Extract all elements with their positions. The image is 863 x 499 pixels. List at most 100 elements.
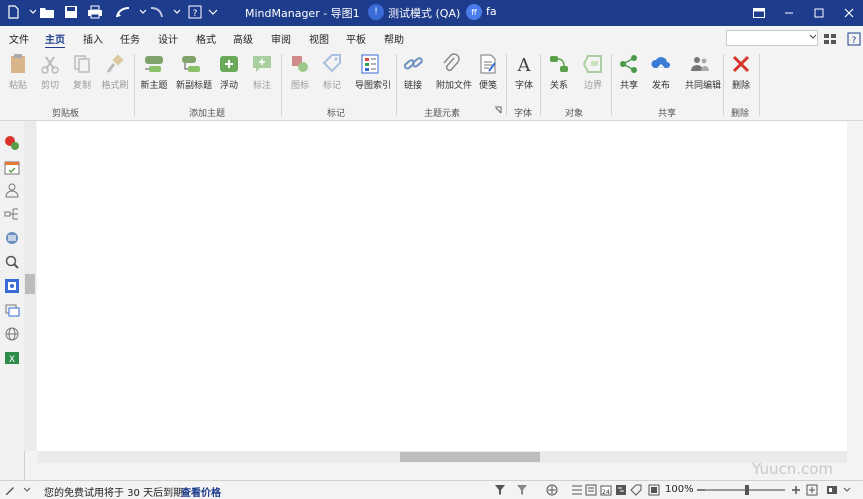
open-folder-icon[interactable] <box>38 3 56 21</box>
slides-icon[interactable] <box>3 301 21 319</box>
copy-button[interactable]: 复制 <box>67 52 97 91</box>
font-icon: A <box>512 52 536 76</box>
gantt-view-icon[interactable] <box>614 483 628 497</box>
chevron-down-icon[interactable] <box>20 483 34 497</box>
search-input[interactable] <box>726 30 818 46</box>
overview-icon[interactable] <box>3 277 21 295</box>
help-icon[interactable]: ? <box>845 30 863 48</box>
fit-map-icon[interactable] <box>805 483 819 497</box>
link-button[interactable]: 链接 <box>398 52 428 91</box>
chevron-down-icon[interactable] <box>840 483 854 497</box>
zoom-slider-knob[interactable] <box>745 485 749 495</box>
calendar-view-icon[interactable]: 24 <box>599 483 613 497</box>
font-button[interactable]: A 字体 <box>509 52 539 91</box>
print-icon[interactable] <box>86 3 104 21</box>
tab-tablet[interactable]: 平板 <box>346 31 366 46</box>
share-icon <box>617 52 641 76</box>
paperclip-icon <box>439 52 463 76</box>
tab-file[interactable]: 文件 <box>9 31 29 46</box>
redo-icon[interactable] <box>148 3 166 21</box>
tab-help[interactable]: 帮助 <box>384 31 404 46</box>
help-box-icon[interactable]: ? <box>186 3 204 21</box>
floating-topic-icon <box>217 52 241 76</box>
tab-format[interactable]: 格式 <box>196 31 216 46</box>
customize-toolbar-icon[interactable] <box>204 3 222 21</box>
new-topic-button[interactable]: 新主题 <box>139 52 169 91</box>
relationship-icon <box>547 52 571 76</box>
edit-icon[interactable] <box>3 483 17 497</box>
list-view-icon[interactable] <box>584 483 598 497</box>
maximize-icon[interactable] <box>804 0 834 26</box>
library-icon[interactable] <box>3 229 21 247</box>
scrollbar-thumb[interactable] <box>25 274 35 294</box>
filter-options-icon[interactable] <box>515 483 529 497</box>
attach-file-button[interactable]: 附加文件 <box>436 52 472 91</box>
browser-icon[interactable] <box>3 325 21 343</box>
chevron-down-icon[interactable] <box>808 30 818 44</box>
floating-topic-button[interactable]: 浮动 <box>214 52 244 91</box>
format-painter-button[interactable]: 格式刷 <box>100 52 130 91</box>
new-subtopic-button[interactable]: 新副标题 <box>176 52 212 91</box>
ribbon: 粘贴 剪切 复制 格式刷 剪贴板 新主题 新副标题 浮动 标注 添加主题 图标 … <box>0 48 863 121</box>
calendar-icon[interactable] <box>3 158 21 176</box>
tab-task[interactable]: 任务 <box>120 31 140 46</box>
close-icon[interactable] <box>834 0 863 26</box>
dialog-launcher-icon[interactable] <box>493 105 503 115</box>
relationship-button[interactable]: 关系 <box>544 52 574 91</box>
tab-advanced[interactable]: 高级 <box>233 31 253 46</box>
svg-text:?: ? <box>852 36 857 46</box>
boundary-icon <box>581 52 605 76</box>
group-label-font: 字体 <box>514 109 533 119</box>
tab-insert[interactable]: 插入 <box>83 31 103 46</box>
delete-button[interactable]: 删除 <box>726 52 756 91</box>
new-document-icon[interactable] <box>4 3 22 21</box>
tab-design[interactable]: 设计 <box>158 31 178 46</box>
chevron-down-icon[interactable] <box>168 3 186 21</box>
cut-button[interactable]: 剪切 <box>35 52 65 91</box>
layout-toggle-icon[interactable] <box>545 483 559 497</box>
excel-icon[interactable]: X <box>3 349 21 367</box>
share-button[interactable]: 共享 <box>614 52 644 91</box>
co-edit-button[interactable]: 共同编辑 <box>685 52 721 91</box>
ribbon-display-icon[interactable] <box>744 0 774 26</box>
notes-button[interactable]: 便笺 <box>473 52 503 91</box>
search-icon[interactable] <box>3 253 21 271</box>
map-index-button[interactable]: 导图索引 <box>355 52 391 91</box>
boundary-button[interactable]: 边界 <box>578 52 608 91</box>
tab-home[interactable]: 主页 <box>45 31 65 49</box>
divider <box>611 54 612 116</box>
callout-button[interactable]: 标注 <box>247 52 277 91</box>
minimize-icon[interactable] <box>774 0 804 26</box>
undo-icon[interactable] <box>114 3 132 21</box>
outline-view-icon[interactable] <box>570 483 584 497</box>
vertical-scrollbar[interactable] <box>24 121 36 451</box>
fit-page-icon[interactable] <box>647 483 661 497</box>
svg-text:?: ? <box>193 9 198 19</box>
note-icon <box>476 52 500 76</box>
paste-button[interactable]: 粘贴 <box>3 52 33 91</box>
tab-view[interactable]: 视图 <box>309 31 329 46</box>
avatar[interactable]: ff <box>466 4 482 20</box>
view-mode-icon[interactable] <box>825 483 839 497</box>
save-icon[interactable] <box>62 3 80 21</box>
scrollbar-thumb[interactable] <box>400 452 540 462</box>
horizontal-scrollbar[interactable] <box>37 451 847 463</box>
icon-marker-button[interactable]: 图标 <box>285 52 315 91</box>
tag-icon <box>320 52 344 76</box>
publish-button[interactable]: 发布 <box>646 52 676 91</box>
link-icon <box>401 52 425 76</box>
zoom-in-icon[interactable] <box>789 483 803 497</box>
map-parts-icon[interactable] <box>3 205 21 223</box>
tag-view-icon[interactable] <box>629 483 643 497</box>
tab-review[interactable]: 审阅 <box>271 31 291 46</box>
view-pricing-link[interactable]: 查看价格 <box>181 484 221 499</box>
user-name[interactable]: fa <box>486 5 497 18</box>
resources-icon[interactable] <box>3 181 21 199</box>
group-label-object: 对象 <box>565 109 584 119</box>
filter-icon[interactable] <box>493 483 507 497</box>
layout-icon[interactable] <box>821 30 839 48</box>
markers-pane-icon[interactable] <box>3 134 21 152</box>
map-canvas[interactable] <box>37 121 847 451</box>
tag-button[interactable]: 标记 <box>317 52 347 91</box>
group-label-share: 共享 <box>658 109 677 119</box>
